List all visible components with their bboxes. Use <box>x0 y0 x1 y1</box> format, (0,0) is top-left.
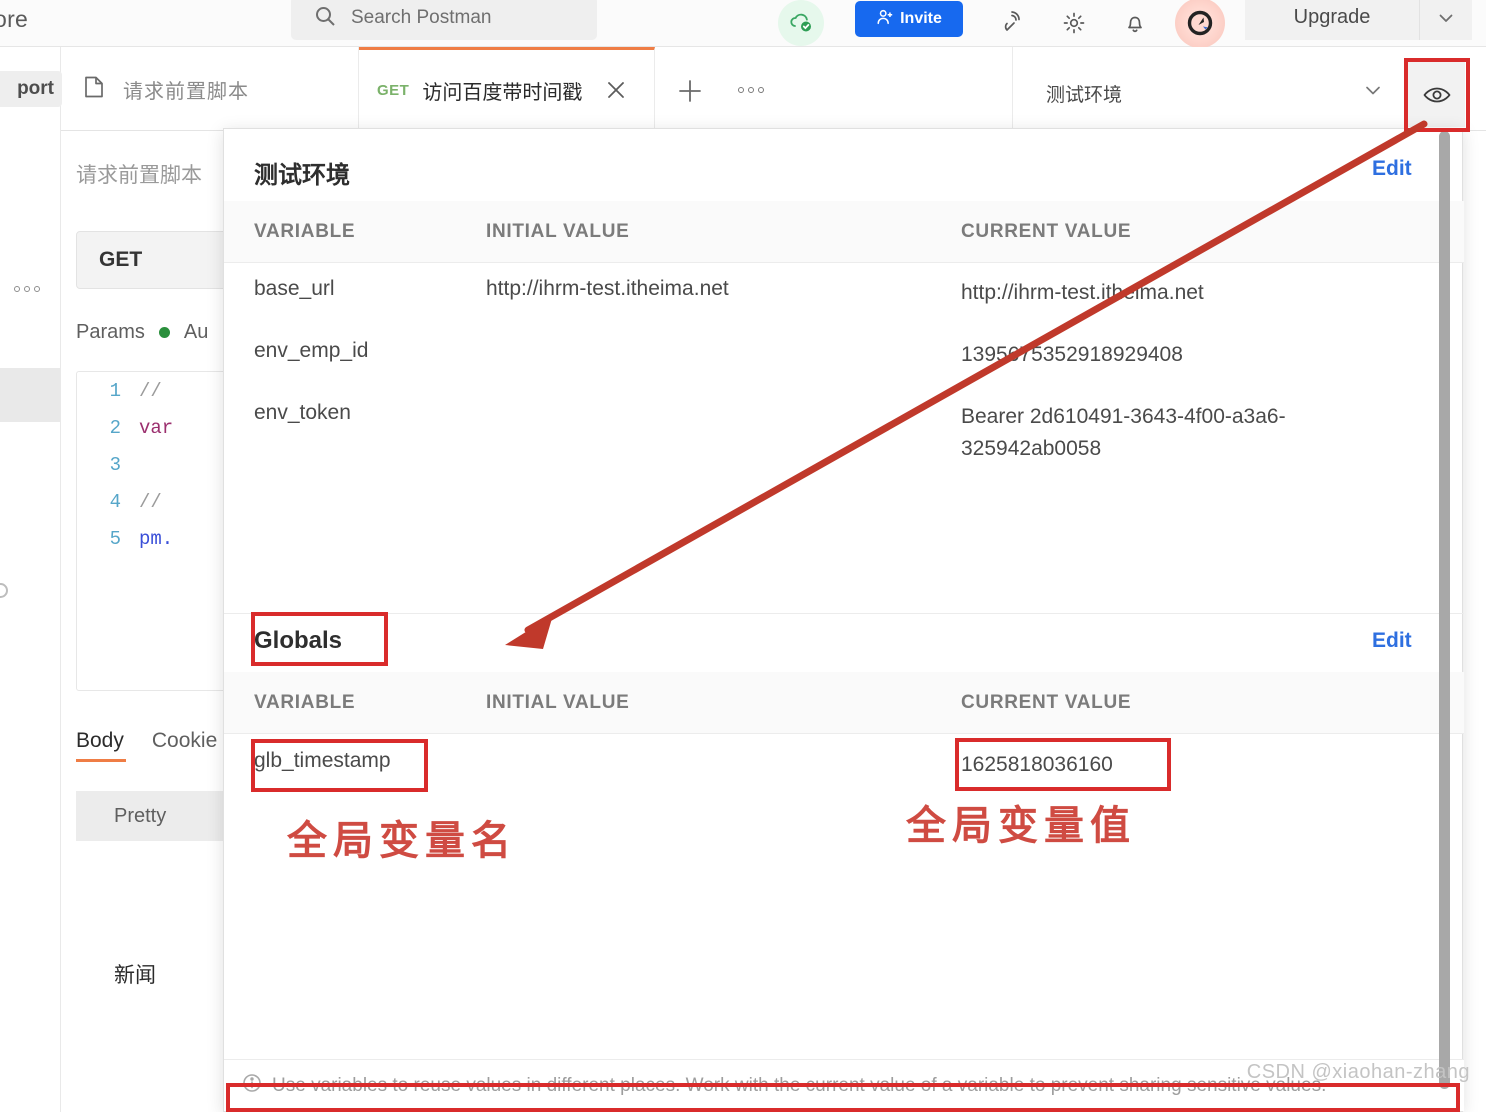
cell-variable: env_emp_id <box>254 339 369 362</box>
cell-variable: env_token <box>254 401 351 424</box>
tab-prerequest-script[interactable]: 请求前置脚本 <box>61 47 359 131</box>
workspace-more-label[interactable]: ore <box>0 6 28 33</box>
cell-current-value: Bearer 2d610491-3643-4f00-a3a6-325942ab0… <box>961 405 1286 460</box>
cell-variable: base_url <box>254 277 335 300</box>
search-icon <box>313 4 337 33</box>
line-number: 2 <box>109 416 121 439</box>
tab-http-method: GET <box>377 82 410 99</box>
globals-section-header: Globals Edit <box>224 601 1464 673</box>
sidebar-selected-item[interactable] <box>0 368 60 422</box>
environment-edit-link[interactable]: Edit <box>1372 157 1412 181</box>
column-variable: VARIABLE <box>254 692 356 713</box>
left-sidebar-strip <box>0 131 61 1112</box>
info-icon <box>242 1073 262 1099</box>
table-row[interactable]: env_emp_id 1395675352918929408 <box>224 339 1464 401</box>
line-number: 5 <box>109 527 121 550</box>
upgrade-button[interactable]: Upgrade <box>1245 0 1419 40</box>
cell-current-value: 1395675352918929408 <box>961 343 1183 366</box>
bell-icon[interactable] <box>1112 0 1158 46</box>
line-number: 1 <box>109 379 121 402</box>
column-variable: VARIABLE <box>254 221 356 242</box>
popup-scrollbar[interactable] <box>1439 131 1450 1089</box>
response-preview-text: 新闻 <box>114 964 156 987</box>
tab-label: 请求前置脚本 <box>123 80 249 103</box>
sidebar-options-icon[interactable] <box>14 286 40 292</box>
chevron-down-icon[interactable] <box>1355 75 1391 105</box>
circle-icon <box>0 583 8 598</box>
code-text: // <box>139 379 162 402</box>
import-button[interactable]: port <box>0 71 62 107</box>
line-number: 4 <box>109 490 121 513</box>
tab-strip: port 请求前置脚本 GET 访问百度带时间戳 测试环境 <box>0 47 1486 131</box>
globals-table-header: VARIABLE INITIAL VALUE CURRENT VALUE <box>224 672 1464 734</box>
invite-button[interactable]: Invite <box>855 1 963 37</box>
tab-options-icon[interactable] <box>732 77 770 103</box>
environment-section-title: 测试环境 <box>254 162 350 189</box>
request-tabs: Params Au <box>76 321 208 344</box>
column-current-value: CURRENT VALUE <box>961 692 1132 713</box>
line-number: 3 <box>109 453 121 476</box>
search-input[interactable]: Search Postman <box>291 0 597 40</box>
environment-table-header: VARIABLE INITIAL VALUE CURRENT VALUE <box>224 201 1464 263</box>
watermark: CSDN @xiaohan-zhang <box>1246 1061 1470 1083</box>
code-text: var <box>139 416 174 439</box>
cell-current-value: 1625818036160 <box>961 753 1113 776</box>
app-top-bar: ore Search Postman Invite Upgrade <box>0 0 1486 48</box>
environment-section-header: 测试环境 Edit <box>224 129 1464 201</box>
params-modified-dot <box>158 327 170 338</box>
environment-name: 测试环境 <box>1046 85 1123 106</box>
close-icon[interactable] <box>601 75 631 105</box>
code-text: pm. <box>139 527 174 550</box>
postman-avatar-icon[interactable] <box>1175 0 1225 48</box>
tab-cookies[interactable]: Cookie <box>152 729 217 753</box>
column-initial-value: INITIAL VALUE <box>486 692 630 713</box>
code-text: // <box>139 490 162 513</box>
response-tabs: Body Cookie <box>76 729 217 753</box>
table-row[interactable]: base_url http://ihrm-test.itheima.net ht… <box>224 277 1464 339</box>
invite-label: Invite <box>900 10 942 27</box>
tab-params[interactable]: Params <box>76 321 145 344</box>
request-title: 请求前置脚本 <box>76 164 202 187</box>
cell-variable: glb_timestamp <box>254 749 391 772</box>
table-row[interactable]: env_token Bearer 2d610491-3643-4f00-a3a6… <box>224 401 1464 497</box>
gear-icon[interactable] <box>1051 0 1097 46</box>
globals-edit-link[interactable]: Edit <box>1372 629 1412 653</box>
cloud-check-icon[interactable] <box>778 0 824 46</box>
annotation-label-variable-value: 全局变量值 <box>906 802 1136 849</box>
globals-section-title: Globals <box>254 627 343 654</box>
document-icon <box>81 74 107 105</box>
app-root: 请求前置脚本 GET Params Au 1 // 2 var 3 4 // 5… <box>0 0 1486 1112</box>
annotation-label-variable-name: 全局变量名 <box>287 817 517 864</box>
tab-request-title: 访问百度带时间戳 <box>422 82 583 104</box>
column-initial-value: INITIAL VALUE <box>486 221 630 242</box>
cell-initial-value: http://ihrm-test.itheima.net <box>486 277 729 300</box>
environment-quick-look-eye-button[interactable] <box>1408 62 1465 127</box>
active-response-tab-underline <box>76 759 126 762</box>
environment-quick-look-popup: 测试环境 Edit VARIABLE INITIAL VALUE CURRENT… <box>223 128 1464 1112</box>
tab-body[interactable]: Body <box>76 729 124 753</box>
person-add-icon <box>876 8 894 31</box>
http-method-select[interactable]: GET <box>76 231 236 289</box>
table-row[interactable]: glb_timestamp 1625818036160 <box>224 749 1464 811</box>
column-current-value: CURRENT VALUE <box>961 221 1132 242</box>
satellite-antenna-icon[interactable] <box>990 0 1036 46</box>
plus-icon[interactable] <box>672 73 708 109</box>
search-placeholder: Search Postman <box>351 7 492 28</box>
cell-current-value: http://ihrm-test.itheima.net <box>961 281 1204 304</box>
chevron-down-icon[interactable] <box>1419 0 1472 40</box>
left-rail: port <box>0 47 62 131</box>
tab-authorization[interactable]: Au <box>184 321 208 344</box>
popup-footer-text: Use variables to reuse values in differe… <box>272 1074 1327 1096</box>
